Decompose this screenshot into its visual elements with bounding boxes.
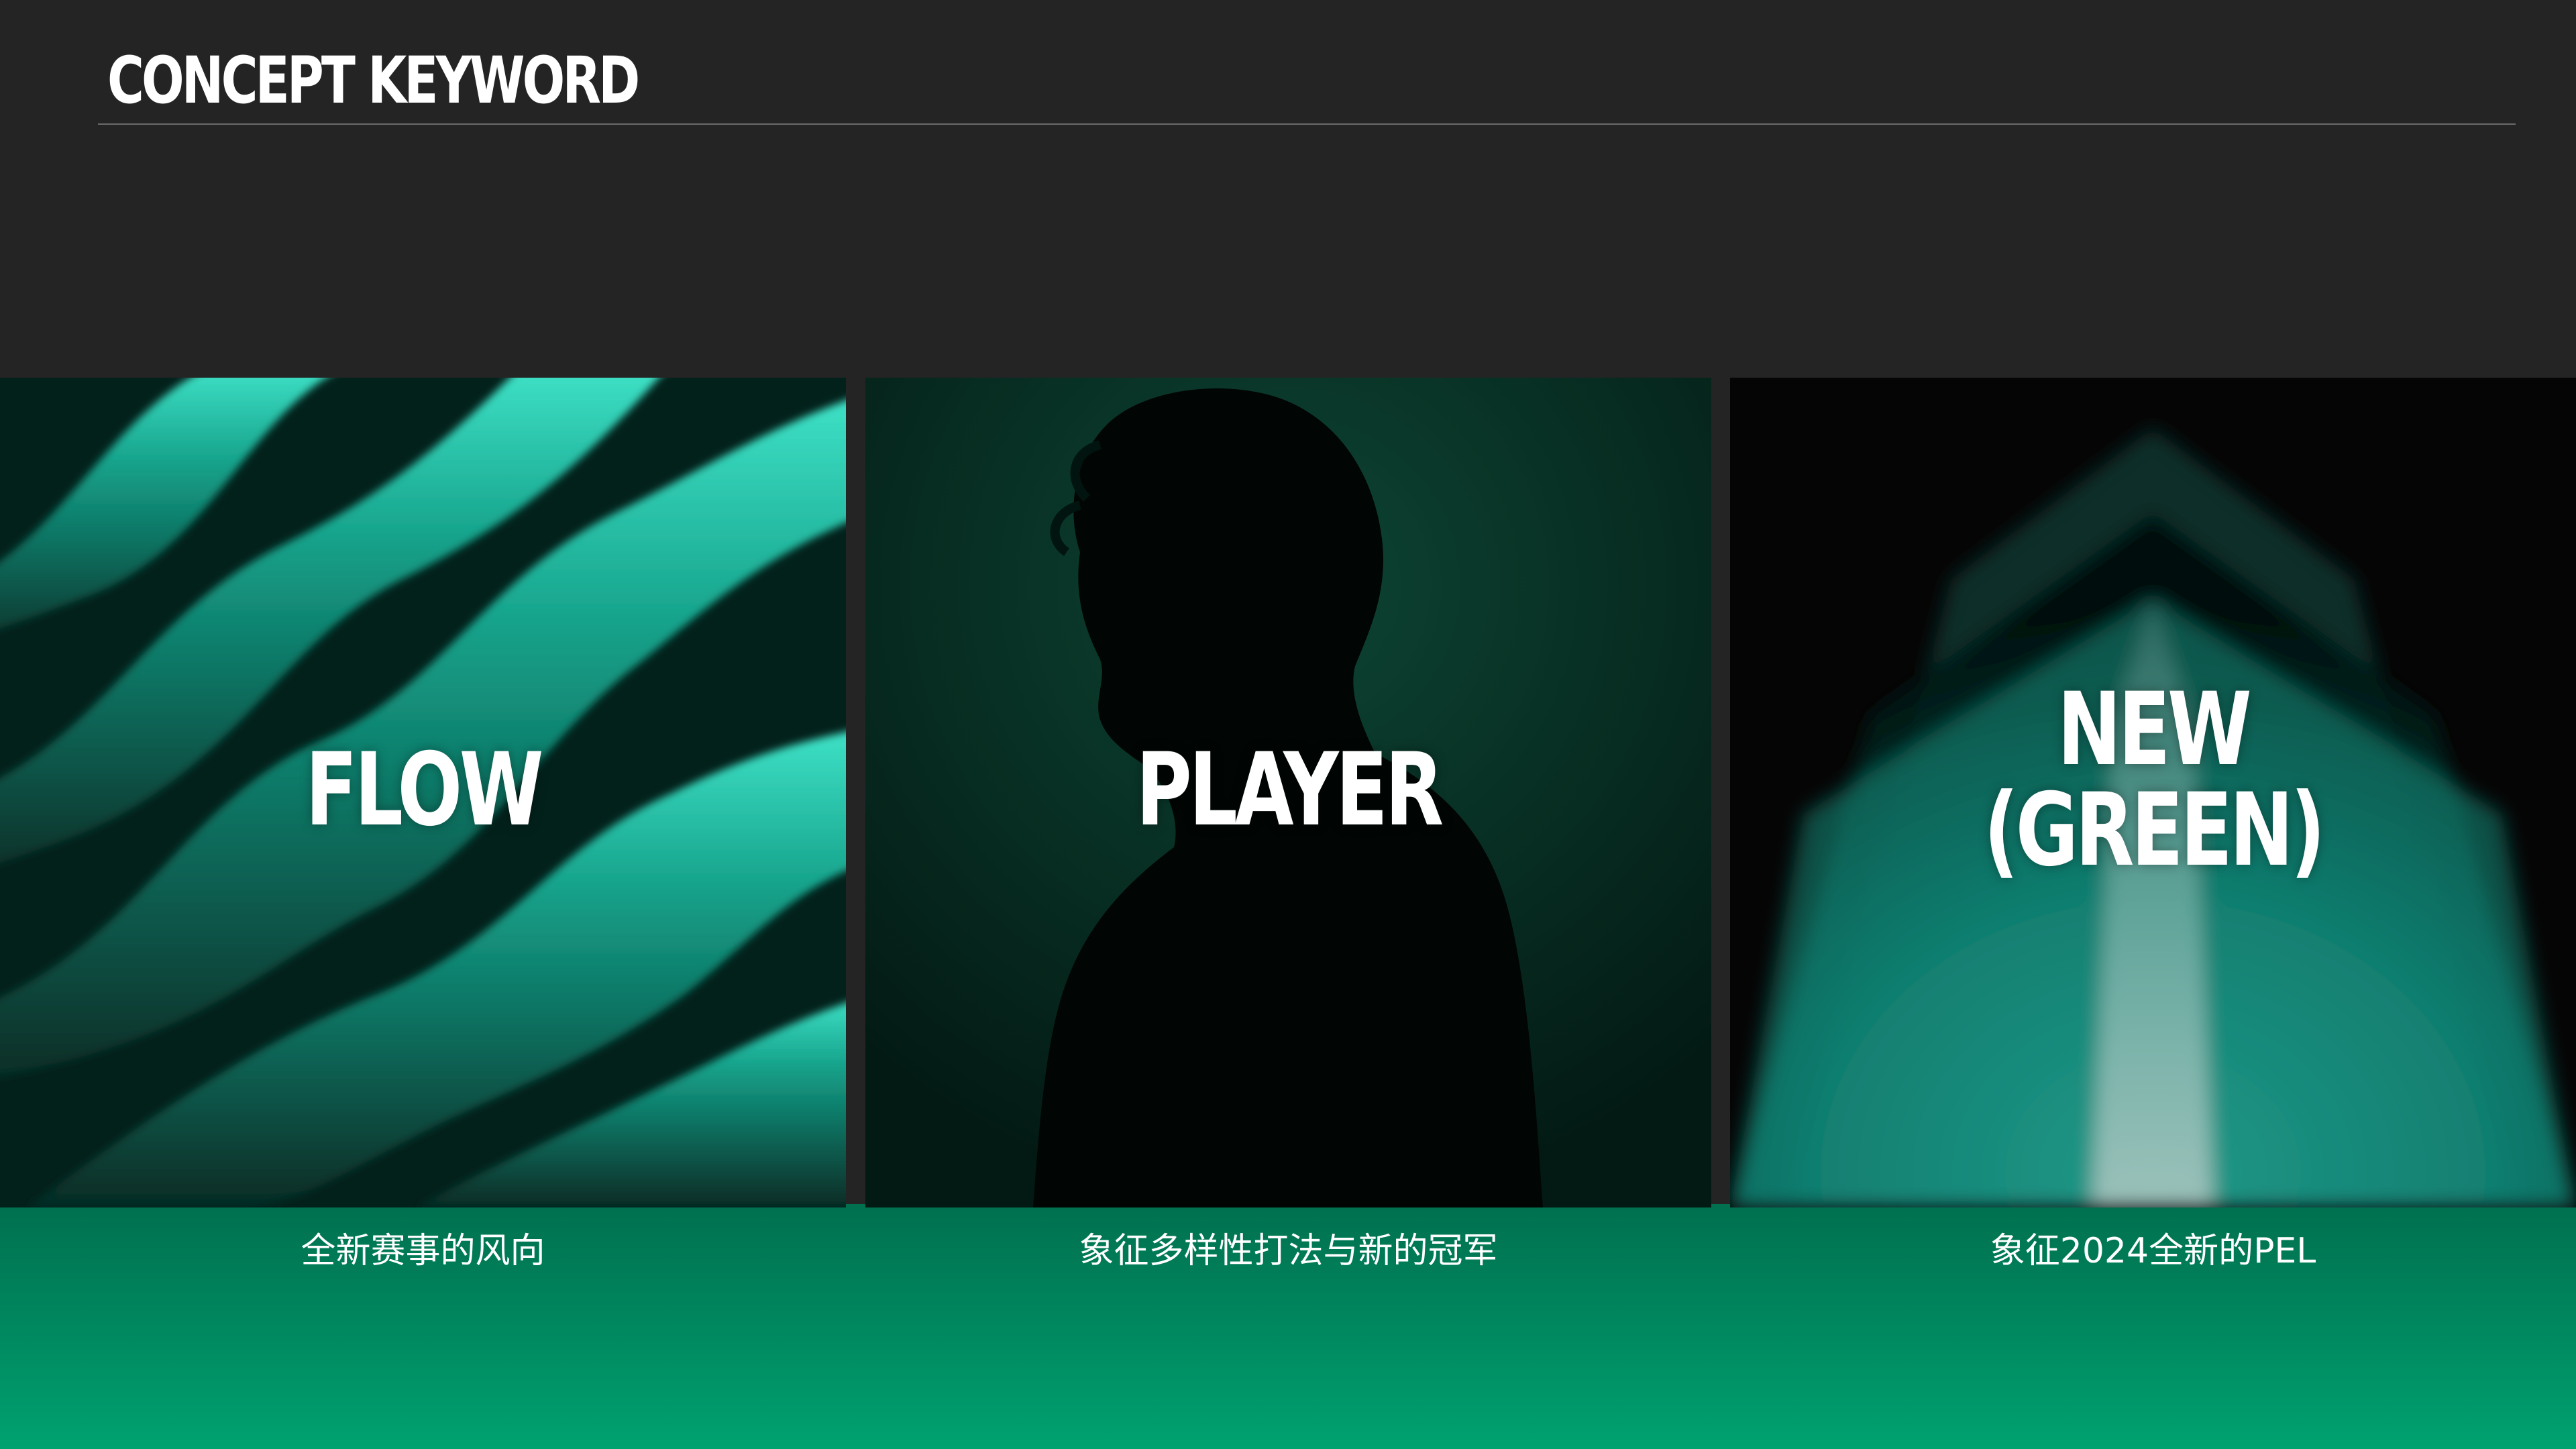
keyword-player: PLAYER [1136, 732, 1444, 849]
keyword-flow: FLOW [305, 732, 543, 849]
panel-player: PLAYER [865, 378, 1711, 1208]
caption-player: 象征多样性打法与新的冠军 [1079, 1231, 1498, 1271]
title-divider [98, 123, 2516, 125]
keyword-new: NEW [2057, 672, 2252, 788]
keyword-green: (GREEN) [1984, 772, 2325, 889]
caption-flow: 全新赛事的风向 [301, 1231, 545, 1271]
caption-new: 象征2024全新的PEL [1990, 1231, 2316, 1271]
page-title: CONCEPT KEYWORD [107, 43, 640, 118]
panel-new-green: NEW (GREEN) [1730, 378, 2576, 1208]
panel-flow: FLOW [0, 378, 846, 1208]
